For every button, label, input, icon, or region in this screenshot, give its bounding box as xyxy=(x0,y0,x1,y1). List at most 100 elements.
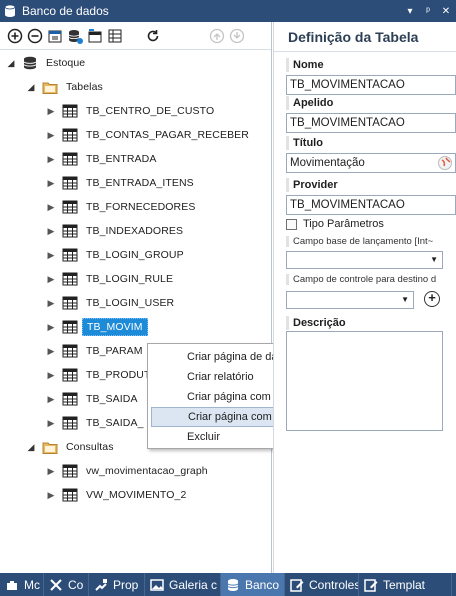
tree-table-label: TB_MOVIM xyxy=(82,318,148,336)
titulo-input[interactable]: Movimentação xyxy=(286,153,456,173)
expand-arrow-icon[interactable]: ▶ xyxy=(46,418,56,429)
pin-icon[interactable]: ᵖ xyxy=(420,6,436,17)
tree-table-label: TB_SAIDA_ xyxy=(86,417,144,429)
table-icon xyxy=(62,463,78,479)
bottom-tab[interactable]: Co xyxy=(44,573,89,596)
tree-group-consultas[interactable]: ◢ Consultas xyxy=(26,436,114,458)
folder-icon xyxy=(42,79,58,95)
database-add-icon[interactable] xyxy=(66,27,84,45)
tree-table-label: TB_PARAM xyxy=(86,345,143,357)
tree-group-tabelas[interactable]: ◢ Tabelas xyxy=(26,76,103,98)
tree-table-item[interactable]: ▶ TB_SAIDA xyxy=(46,388,138,410)
tipo-parametros-row[interactable]: Tipo Parâmetros xyxy=(286,218,456,230)
expand-arrow-icon[interactable]: ▶ xyxy=(46,178,56,189)
chevron-down-icon: ▼ xyxy=(401,295,409,304)
move-up-icon[interactable] xyxy=(208,27,226,45)
tree-table-item[interactable]: ▶ TB_PARAM xyxy=(46,340,143,362)
folder-icon xyxy=(42,439,58,455)
grid-icon[interactable] xyxy=(106,27,124,45)
add-icon[interactable]: + xyxy=(424,291,440,307)
tree-table-label: TB_ENTRADA_ITENS xyxy=(86,177,194,189)
bottom-tab[interactable]: Templat xyxy=(359,573,452,596)
puzzle-icon xyxy=(4,577,20,593)
bottom-tab[interactable]: Galeria c xyxy=(145,573,221,596)
expand-arrow-icon[interactable]: ▶ xyxy=(46,490,56,501)
refresh-icon[interactable] xyxy=(144,27,162,45)
tree-table-item[interactable]: ▶ TB_CENTRO_DE_CUSTO xyxy=(46,100,214,122)
table-icon[interactable] xyxy=(86,27,104,45)
tipo-parametros-checkbox[interactable] xyxy=(286,218,297,230)
tree-table-item[interactable]: ▶ TB_FORNECEDORES xyxy=(46,196,195,218)
apelido-field-group: Apelido TB_MOVIMENTACAO xyxy=(286,96,456,133)
table-icon xyxy=(62,343,78,359)
tree-table-item[interactable]: ▶ TB_SAIDA_ xyxy=(46,412,144,434)
tree-table-item[interactable]: ▶ TB_INDEXADORES xyxy=(46,220,183,242)
tree-table-item[interactable]: ▶ TB_LOGIN_RULE xyxy=(46,268,173,290)
database-icon xyxy=(22,55,38,71)
campo-controle-label: Campo de controle para destino d xyxy=(286,274,456,285)
descricao-textarea[interactable] xyxy=(286,331,443,431)
expand-arrow-icon[interactable]: ▶ xyxy=(46,394,56,405)
move-down-icon[interactable] xyxy=(228,27,246,45)
remove-icon[interactable] xyxy=(26,27,44,45)
table-icon xyxy=(62,391,78,407)
expand-arrow-icon[interactable]: ▶ xyxy=(46,466,56,477)
bottom-tab[interactable]: Controles c xyxy=(285,573,359,596)
expand-arrow-icon[interactable]: ◢ xyxy=(6,58,16,69)
table-icon xyxy=(62,247,78,263)
expand-arrow-icon[interactable]: ▶ xyxy=(46,370,56,381)
import-icon[interactable] xyxy=(46,27,64,45)
bottom-tab-label: Templat xyxy=(383,577,426,592)
bottom-tab-label: Controles c xyxy=(309,577,359,592)
bottom-tab-label: Mc xyxy=(24,577,40,592)
campo-controle-select[interactable]: ▼ xyxy=(286,291,414,309)
apelido-label: Apelido xyxy=(286,96,456,110)
tree-root-estoque[interactable]: ◢ Estoque xyxy=(6,52,85,74)
expand-arrow-icon[interactable]: ◢ xyxy=(26,442,36,453)
tree-table-item[interactable]: ▶ TB_CONTAS_PAGAR_RECEBER xyxy=(46,124,249,146)
bottom-tab[interactable]: Banco xyxy=(221,573,285,596)
expand-arrow-icon[interactable]: ▶ xyxy=(46,226,56,237)
table-icon xyxy=(62,223,78,239)
table-definition-panel: Definição da Tabela Nome TB_MOVIMENTACAO… xyxy=(273,22,456,573)
tree-table-item[interactable]: ▶ TB_ENTRADA xyxy=(46,148,156,170)
expand-arrow-icon[interactable]: ▶ xyxy=(46,130,56,141)
tree-table-label: TB_INDEXADORES xyxy=(86,225,184,237)
expand-arrow-icon[interactable]: ▶ xyxy=(46,154,56,165)
close-icon[interactable]: ✕ xyxy=(438,6,454,17)
table-icon xyxy=(62,415,78,431)
table-icon xyxy=(62,175,78,191)
tree-table-item[interactable]: ▶ TB_PRODUT xyxy=(46,364,151,386)
tree-table-item[interactable]: ▶ TB_MOVIM xyxy=(46,316,148,338)
tree-table-item[interactable]: ▶ TB_LOGIN_GROUP xyxy=(46,244,184,266)
provider-input[interactable]: TB_MOVIMENTACAO xyxy=(286,195,456,215)
bottom-tab[interactable]: Mc xyxy=(0,573,44,596)
expand-arrow-icon[interactable]: ▶ xyxy=(46,322,56,333)
tree-table-item[interactable]: ▶ TB_LOGIN_USER xyxy=(46,292,174,314)
globe-icon[interactable] xyxy=(437,155,453,172)
expand-arrow-icon[interactable]: ▶ xyxy=(46,106,56,117)
expand-arrow-icon[interactable]: ▶ xyxy=(46,298,56,309)
bottom-tab[interactable]: Prop xyxy=(89,573,145,596)
table-icon xyxy=(62,487,78,503)
table-icon xyxy=(62,367,78,383)
campo-base-select[interactable]: ▼ xyxy=(286,251,443,269)
tree-group-label: Consultas xyxy=(66,441,114,453)
expand-arrow-icon[interactable]: ▶ xyxy=(46,250,56,261)
tree-table-label: TB_PRODUT xyxy=(86,369,151,381)
bottom-tab-label: Galeria c xyxy=(169,577,218,592)
expand-arrow-icon[interactable]: ▶ xyxy=(46,274,56,285)
provider-label: Provider xyxy=(286,178,456,192)
tree-query-item[interactable]: ▶ vw_movimentacao_graph xyxy=(46,460,208,482)
tree-query-item[interactable]: ▶ VW_MOVIMENTO_2 xyxy=(46,484,186,506)
dropdown-icon[interactable]: ▾ xyxy=(402,6,418,17)
nome-input[interactable]: TB_MOVIMENTACAO xyxy=(286,75,456,95)
tree-table-item[interactable]: ▶ TB_ENTRADA_ITENS xyxy=(46,172,194,194)
add-icon[interactable] xyxy=(6,27,24,45)
expand-arrow-icon[interactable]: ▶ xyxy=(46,202,56,213)
tree-table-label: TB_SAIDA xyxy=(86,393,138,405)
expand-arrow-icon[interactable]: ▶ xyxy=(46,346,56,357)
expand-arrow-icon[interactable]: ◢ xyxy=(26,82,36,93)
bottom-tab-label: Banco xyxy=(245,577,280,592)
apelido-input[interactable]: TB_MOVIMENTACAO xyxy=(286,113,456,133)
